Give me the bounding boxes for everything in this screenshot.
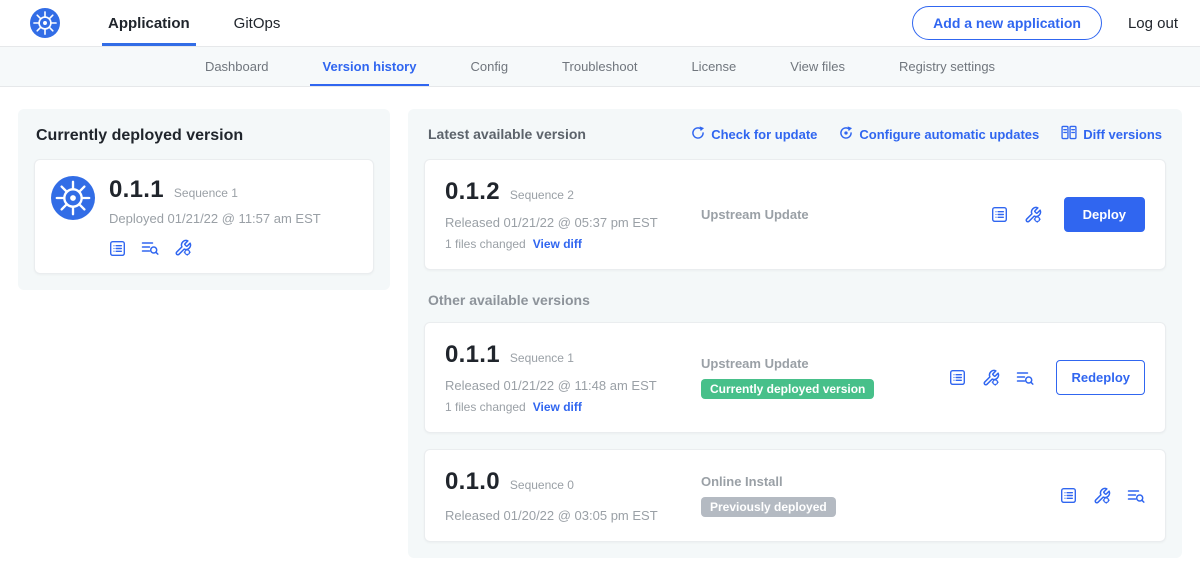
- view-files-icon[interactable]: [141, 240, 159, 256]
- tab-application[interactable]: Application: [86, 0, 212, 46]
- deploy-button[interactable]: Deploy: [1064, 197, 1145, 232]
- sequence-label: Sequence 1: [510, 351, 574, 365]
- version-details: 0.1.1 Sequence 1 Released 01/21/22 @ 11:…: [445, 341, 701, 414]
- version-card-011: 0.1.1 Sequence 1 Released 01/21/22 @ 11:…: [424, 322, 1166, 433]
- configure-automatic-updates-link[interactable]: Configure automatic updates: [839, 126, 1039, 143]
- source-label: Online Install: [701, 474, 1060, 489]
- view-files-icon[interactable]: [1127, 488, 1145, 504]
- deployed-version-number: 0.1.1: [109, 176, 164, 204]
- view-files-icon[interactable]: [1016, 370, 1034, 386]
- diff-icon: [1061, 125, 1077, 143]
- release-notes-icon[interactable]: [949, 369, 966, 386]
- edit-config-icon[interactable]: [982, 369, 1000, 387]
- version-number: 0.1.0: [445, 468, 500, 496]
- version-number: 0.1.1: [445, 341, 500, 369]
- header-actions: Add a new application Log out: [912, 6, 1178, 40]
- version-details: 0.1.0 Sequence 0 Released 01/20/22 @ 03:…: [445, 468, 701, 523]
- version-card-latest: 0.1.2 Sequence 2 Released 01/21/22 @ 05:…: [424, 159, 1166, 270]
- files-changed-label: 1 files changed: [445, 237, 526, 251]
- release-notes-icon[interactable]: [991, 206, 1008, 223]
- version-card-010: 0.1.0 Sequence 0 Released 01/20/22 @ 03:…: [424, 449, 1166, 542]
- release-notes-icon[interactable]: [109, 240, 126, 257]
- check-for-update-label: Check for update: [711, 127, 817, 142]
- deployed-timestamp: Deployed 01/21/22 @ 11:57 am EST: [109, 211, 321, 226]
- released-timestamp: Released 01/21/22 @ 11:48 am EST: [445, 378, 701, 393]
- main-content: Currently deployed version 0.1.1 Sequenc…: [0, 87, 1200, 558]
- edit-config-icon[interactable]: [174, 239, 192, 257]
- subnav-registry-settings[interactable]: Registry settings: [872, 47, 1022, 86]
- released-timestamp: Released 01/20/22 @ 03:05 pm EST: [445, 508, 701, 523]
- deployed-version-info: 0.1.1 Sequence 1 Deployed 01/21/22 @ 11:…: [109, 176, 321, 257]
- version-source: Upstream Update: [701, 207, 991, 222]
- top-header: Application GitOps Add a new application…: [0, 0, 1200, 47]
- check-for-update-link[interactable]: Check for update: [691, 126, 817, 143]
- diff-versions-link[interactable]: Diff versions: [1061, 125, 1162, 143]
- kubernetes-logo-icon: [30, 8, 60, 38]
- subnav-troubleshoot[interactable]: Troubleshoot: [535, 47, 664, 86]
- latest-version-title: Latest available version: [428, 126, 586, 142]
- deployed-actions: [109, 239, 321, 257]
- diff-versions-label: Diff versions: [1083, 127, 1162, 142]
- files-changed-label: 1 files changed: [445, 400, 526, 414]
- sequence-label: Sequence 0: [510, 478, 574, 492]
- other-versions-title: Other available versions: [428, 292, 1162, 308]
- app-subnav: Dashboard Version history Config Trouble…: [0, 47, 1200, 87]
- version-source: Upstream Update Currently deployed versi…: [701, 356, 949, 399]
- subnav-version-history[interactable]: Version history: [296, 47, 444, 86]
- refresh-icon: [691, 126, 705, 143]
- version-actions: Deploy: [991, 197, 1145, 232]
- add-application-button[interactable]: Add a new application: [912, 6, 1102, 40]
- version-details: 0.1.2 Sequence 2 Released 01/21/22 @ 05:…: [445, 178, 701, 251]
- release-notes-icon[interactable]: [1060, 487, 1077, 504]
- previously-deployed-badge: Previously deployed: [701, 497, 836, 517]
- view-diff-link[interactable]: View diff: [533, 237, 582, 251]
- sequence-label: Sequence 2: [510, 188, 574, 202]
- deployed-version-card: 0.1.1 Sequence 1 Deployed 01/21/22 @ 11:…: [34, 159, 374, 274]
- primary-nav: Application GitOps: [86, 0, 302, 46]
- currently-deployed-panel: Currently deployed version 0.1.1 Sequenc…: [18, 109, 390, 290]
- version-panel-actions: Check for update Configure automatic upd…: [691, 125, 1162, 143]
- edit-config-icon[interactable]: [1024, 206, 1042, 224]
- view-diff-link[interactable]: View diff: [533, 400, 582, 414]
- version-number: 0.1.2: [445, 178, 500, 206]
- currently-deployed-badge: Currently deployed version: [701, 379, 874, 399]
- subnav-dashboard[interactable]: Dashboard: [178, 47, 296, 86]
- released-timestamp: Released 01/21/22 @ 05:37 pm EST: [445, 215, 701, 230]
- latest-version-header: Latest available version Check for updat…: [428, 125, 1162, 143]
- version-actions: [1060, 487, 1145, 505]
- app-logo-icon: [51, 176, 95, 220]
- source-label: Upstream Update: [701, 207, 991, 222]
- auto-update-icon: [839, 126, 853, 143]
- version-history-panel: Latest available version Check for updat…: [408, 109, 1182, 558]
- version-actions: Redeploy: [949, 360, 1145, 395]
- logout-button[interactable]: Log out: [1128, 15, 1178, 32]
- redeploy-button[interactable]: Redeploy: [1056, 360, 1145, 395]
- source-label: Upstream Update: [701, 356, 949, 371]
- subnav-license[interactable]: License: [664, 47, 763, 86]
- version-source: Online Install Previously deployed: [701, 474, 1060, 517]
- deployed-panel-title: Currently deployed version: [36, 127, 372, 145]
- configure-automatic-updates-label: Configure automatic updates: [859, 127, 1039, 142]
- tab-gitops[interactable]: GitOps: [212, 0, 303, 46]
- subnav-view-files[interactable]: View files: [763, 47, 872, 86]
- deployed-sequence-label: Sequence 1: [174, 186, 238, 200]
- subnav-config[interactable]: Config: [443, 47, 535, 86]
- edit-config-icon[interactable]: [1093, 487, 1111, 505]
